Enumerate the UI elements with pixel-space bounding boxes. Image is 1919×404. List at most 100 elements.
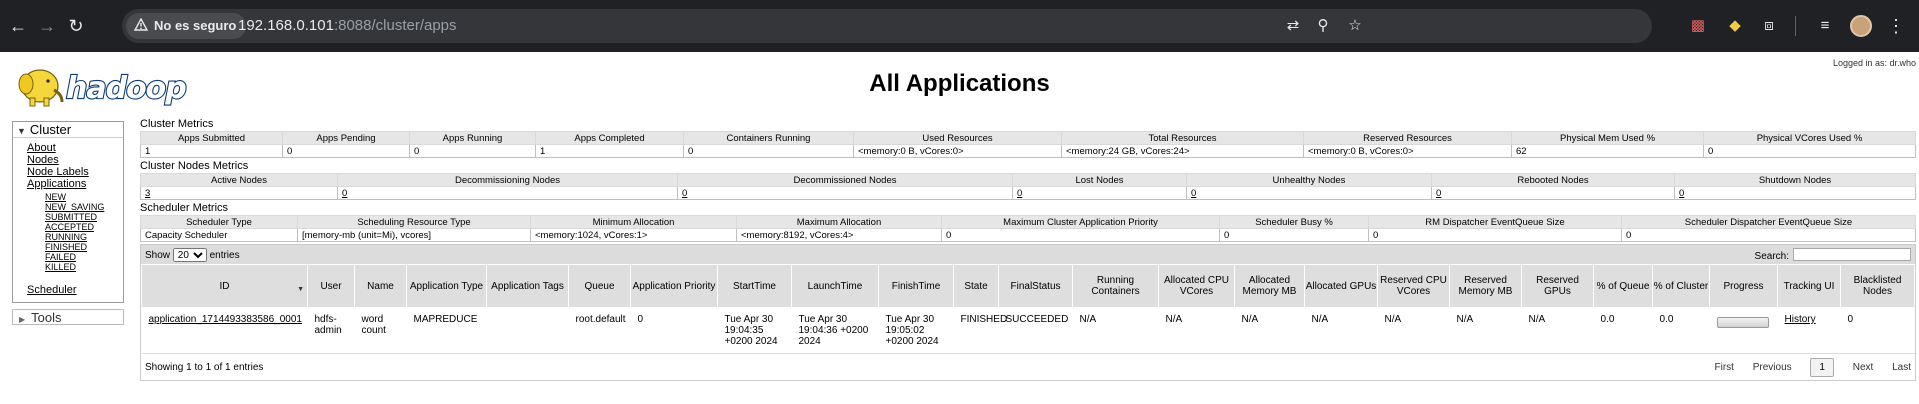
column-header-reserved-gpus[interactable]: Reserved GPUs	[1521, 264, 1594, 308]
metric-header: Containers Running	[683, 131, 854, 145]
lost-nodes-link[interactable]: 0	[1017, 188, 1022, 199]
decommissioned-nodes-link[interactable]: 0	[682, 188, 687, 199]
progress-bar-fill	[1718, 318, 1768, 327]
reload-icon[interactable]: ↻	[62, 12, 90, 40]
sidebar-link-applications[interactable]: Applications	[27, 178, 86, 190]
column-header-start-time[interactable]: StartTime	[717, 264, 792, 308]
toolbar-divider	[1795, 16, 1796, 36]
column-header-name[interactable]: Name	[354, 264, 407, 308]
column-header-allocated-memory-mb[interactable]: Allocated Memory MB	[1234, 264, 1305, 308]
extension-color-icon[interactable]: ◆	[1723, 14, 1747, 38]
column-header-queue[interactable]: Queue	[568, 264, 631, 308]
star-icon[interactable]: ☆	[1344, 15, 1366, 37]
page-length-select[interactable]: 20	[172, 247, 207, 262]
pagination-next[interactable]: Next	[1853, 362, 1874, 373]
app-state-accepted[interactable]: ACCEPTED	[45, 222, 94, 232]
metric-header: Rebooted Nodes	[1431, 173, 1675, 187]
menu-icon[interactable]: ⋮	[1886, 13, 1906, 39]
sidebar-link-about[interactable]: About	[27, 142, 56, 154]
app-state-new-saving[interactable]: NEW_SAVING	[45, 202, 104, 212]
metric-value: 62	[1511, 144, 1704, 158]
cell-reserved-vcores: N/A	[1377, 307, 1450, 354]
active-nodes-link[interactable]: 3	[145, 188, 150, 199]
back-icon[interactable]: ←	[4, 12, 32, 40]
cell-allocated-memory: N/A	[1234, 307, 1305, 354]
column-header-state[interactable]: State	[953, 264, 999, 308]
column-header-blacklisted-nodes[interactable]: Blacklisted Nodes	[1840, 264, 1915, 308]
metric-header: Used Resources	[853, 131, 1062, 145]
search-input[interactable]	[1793, 247, 1911, 261]
metric-header: Minimum Allocation	[530, 215, 737, 229]
pagination-first[interactable]: First	[1714, 362, 1733, 373]
column-header-user[interactable]: User	[307, 264, 355, 308]
cluster-metrics-title: Cluster Metrics	[140, 118, 214, 130]
column-header-final-status[interactable]: FinalStatus	[998, 264, 1073, 308]
url-text[interactable]: 192.168.0.101:8088/cluster/apps	[238, 9, 457, 43]
metric-header: Unhealthy Nodes	[1186, 173, 1432, 187]
scheduler-metrics-table: Scheduler Type Scheduling Resource Type …	[140, 215, 1916, 242]
metric-header: Scheduler Dispatcher EventQueue Size	[1621, 215, 1916, 229]
metric-value: <memory:8192, vCores:4>	[736, 228, 942, 242]
unhealthy-nodes-link[interactable]: 0	[1191, 188, 1196, 199]
search-control: Search:	[1755, 247, 1911, 262]
cell-priority: 0	[630, 307, 718, 354]
column-header-finish-time[interactable]: FinishTime	[878, 264, 954, 308]
cell-state: FINISHED	[953, 307, 1007, 354]
app-state-running[interactable]: RUNNING	[45, 232, 87, 242]
app-state-submitted[interactable]: SUBMITTED	[45, 212, 97, 222]
sidebar-link-scheduler[interactable]: Scheduler	[27, 284, 77, 296]
application-id-link[interactable]: application_1714493383586_0001	[149, 314, 302, 325]
metric-value: 0	[1703, 144, 1916, 158]
column-header-application-priority[interactable]: Application Priority	[630, 264, 718, 308]
show-label: Show	[145, 249, 171, 261]
tools-toggle[interactable]: ▶ Tools	[12, 309, 124, 325]
table-row: application_1714493383586_0001 hdfs-admi…	[141, 307, 1915, 354]
reading-list-icon[interactable]: ≡	[1813, 14, 1837, 38]
column-header-id[interactable]: ID ▼	[141, 264, 308, 308]
puzzle-icon[interactable]: ⧈	[1757, 14, 1781, 38]
zoom-icon[interactable]: ⚲	[1312, 15, 1334, 37]
metric-header: Reserved Resources	[1303, 131, 1512, 145]
avatar[interactable]	[1850, 15, 1872, 37]
column-header-pct-cluster[interactable]: % of Cluster	[1652, 264, 1710, 308]
forward-icon[interactable]: →	[33, 12, 61, 40]
tracking-ui-link[interactable]: History	[1785, 314, 1816, 325]
decommissioning-nodes-link[interactable]: 0	[342, 188, 347, 199]
column-header-reserved-cpu-vcores[interactable]: Reserved CPU VCores	[1377, 264, 1450, 308]
security-chip[interactable]: No es seguro	[126, 13, 247, 39]
translate-icon[interactable]: ⇄	[1282, 15, 1304, 37]
column-header-launch-time[interactable]: LaunchTime	[791, 264, 879, 308]
column-header-allocated-cpu-vcores[interactable]: Allocated CPU VCores	[1158, 264, 1235, 308]
column-header-reserved-memory-mb[interactable]: Reserved Memory MB	[1449, 264, 1522, 308]
column-header-running-containers[interactable]: Running Containers	[1072, 264, 1159, 308]
column-header-application-type[interactable]: Application Type	[406, 264, 487, 308]
app-state-new[interactable]: NEW	[45, 192, 66, 202]
entries-label: entries	[209, 249, 240, 261]
rebooted-nodes-link[interactable]: 0	[1436, 188, 1441, 199]
cell-running-containers: N/A	[1072, 307, 1159, 354]
address-bar[interactable]: No es seguro 192.168.0.101:8088/cluster/…	[122, 9, 1652, 43]
column-header-pct-queue[interactable]: % of Queue	[1593, 264, 1653, 308]
sidebar-link-nodes[interactable]: Nodes	[27, 154, 59, 166]
pagination-last[interactable]: Last	[1892, 362, 1911, 373]
cell-launch-time: Tue Apr 30 19:04:36 +0200 2024	[791, 307, 879, 354]
column-header-application-tags[interactable]: Application Tags	[486, 264, 569, 308]
cluster-metrics-table: Apps Submitted Apps Pending Apps Running…	[140, 131, 1916, 158]
metric-value: 0	[683, 144, 854, 158]
column-header-allocated-gpus[interactable]: Allocated GPUs	[1304, 264, 1378, 308]
pagination-page-1[interactable]: 1	[1810, 357, 1834, 377]
column-header-tracking-ui[interactable]: Tracking UI	[1777, 264, 1841, 308]
shutdown-nodes-link[interactable]: 0	[1679, 188, 1684, 199]
cell-type: MAPREDUCE	[406, 307, 487, 354]
metric-header: Scheduler Busy %	[1219, 215, 1369, 229]
sidebar-link-node-labels[interactable]: Node Labels	[27, 166, 89, 178]
app-state-killed[interactable]: KILLED	[45, 262, 76, 272]
cluster-toggle[interactable]: ▼ Cluster	[13, 122, 123, 138]
app-state-failed[interactable]: FAILED	[45, 252, 76, 262]
app-state-finished[interactable]: FINISHED	[45, 242, 87, 252]
url-path: :8088/cluster/apps	[333, 17, 457, 34]
tools-label: Tools	[31, 310, 62, 325]
extension-icon[interactable]: ▩	[1686, 14, 1710, 38]
pagination-previous[interactable]: Previous	[1753, 362, 1792, 373]
column-header-progress[interactable]: Progress	[1709, 264, 1778, 308]
